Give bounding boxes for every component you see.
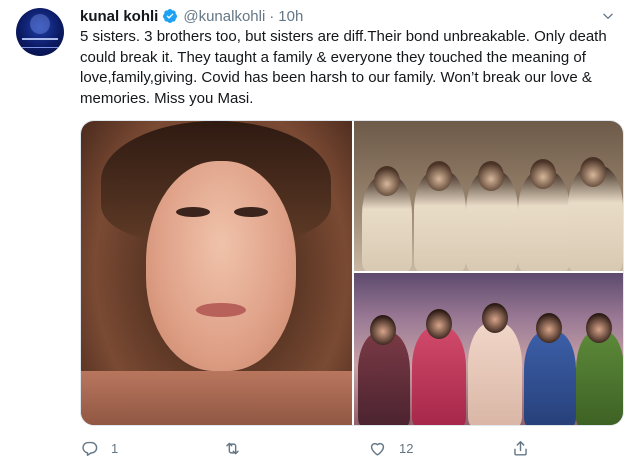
photo-face bbox=[146, 161, 296, 371]
heart-icon bbox=[370, 442, 385, 456]
photo-person bbox=[576, 331, 623, 425]
reply-count: 1 bbox=[111, 440, 119, 456]
photo-person-head bbox=[370, 315, 396, 345]
share-button[interactable] bbox=[511, 436, 530, 460]
photo-person bbox=[468, 323, 522, 425]
like-count: 12 bbox=[399, 440, 414, 456]
photo-person-head bbox=[426, 309, 452, 339]
tweet-text: 5 sisters. 3 brothers too, but sisters a… bbox=[80, 28, 607, 107]
photo-person-head bbox=[374, 166, 400, 196]
photo-eye-left bbox=[176, 207, 210, 217]
share-icon bbox=[514, 440, 527, 456]
avatar-mark bbox=[22, 38, 58, 48]
reply-icon bbox=[82, 441, 98, 456]
more-options-button[interactable] bbox=[598, 6, 618, 26]
photo-lips bbox=[196, 303, 246, 317]
photo-person-head bbox=[482, 303, 508, 333]
photo-person bbox=[524, 331, 576, 425]
photo-person bbox=[412, 327, 466, 425]
photo-person-head bbox=[586, 313, 612, 343]
author-avatar[interactable] bbox=[16, 8, 64, 56]
avatar-glow bbox=[30, 14, 50, 34]
photo-sisters-recent[interactable] bbox=[354, 273, 623, 425]
separator-dot: · bbox=[269, 7, 275, 25]
photo-person-head bbox=[530, 159, 556, 189]
verified-badge-icon bbox=[163, 9, 178, 23]
tweet-actions: 1 12 bbox=[80, 436, 624, 460]
tweet-header: kunal kohli @kunalkohli · 10h bbox=[80, 6, 303, 26]
photo-shoulder bbox=[81, 371, 352, 425]
photo-person-head bbox=[478, 161, 504, 191]
like-button[interactable]: 12 bbox=[368, 436, 413, 460]
photo-person-head bbox=[536, 313, 562, 343]
tweet-timestamp[interactable]: 10h bbox=[278, 8, 303, 25]
retweet-button[interactable] bbox=[223, 436, 254, 460]
retweet-icon bbox=[226, 442, 239, 454]
reply-button[interactable]: 1 bbox=[80, 436, 118, 460]
chevron-down-icon bbox=[603, 13, 613, 19]
photo-portrait[interactable] bbox=[81, 121, 352, 425]
photo-person-head bbox=[426, 161, 452, 191]
author-name[interactable]: kunal kohli bbox=[80, 8, 158, 25]
photo-sisters-vintage[interactable] bbox=[354, 121, 623, 271]
media-grid bbox=[80, 120, 624, 426]
author-handle[interactable]: @kunalkohli bbox=[183, 8, 265, 25]
photo-person bbox=[358, 332, 410, 425]
photo-person-head bbox=[580, 157, 606, 187]
photo-eye-right bbox=[234, 207, 268, 217]
